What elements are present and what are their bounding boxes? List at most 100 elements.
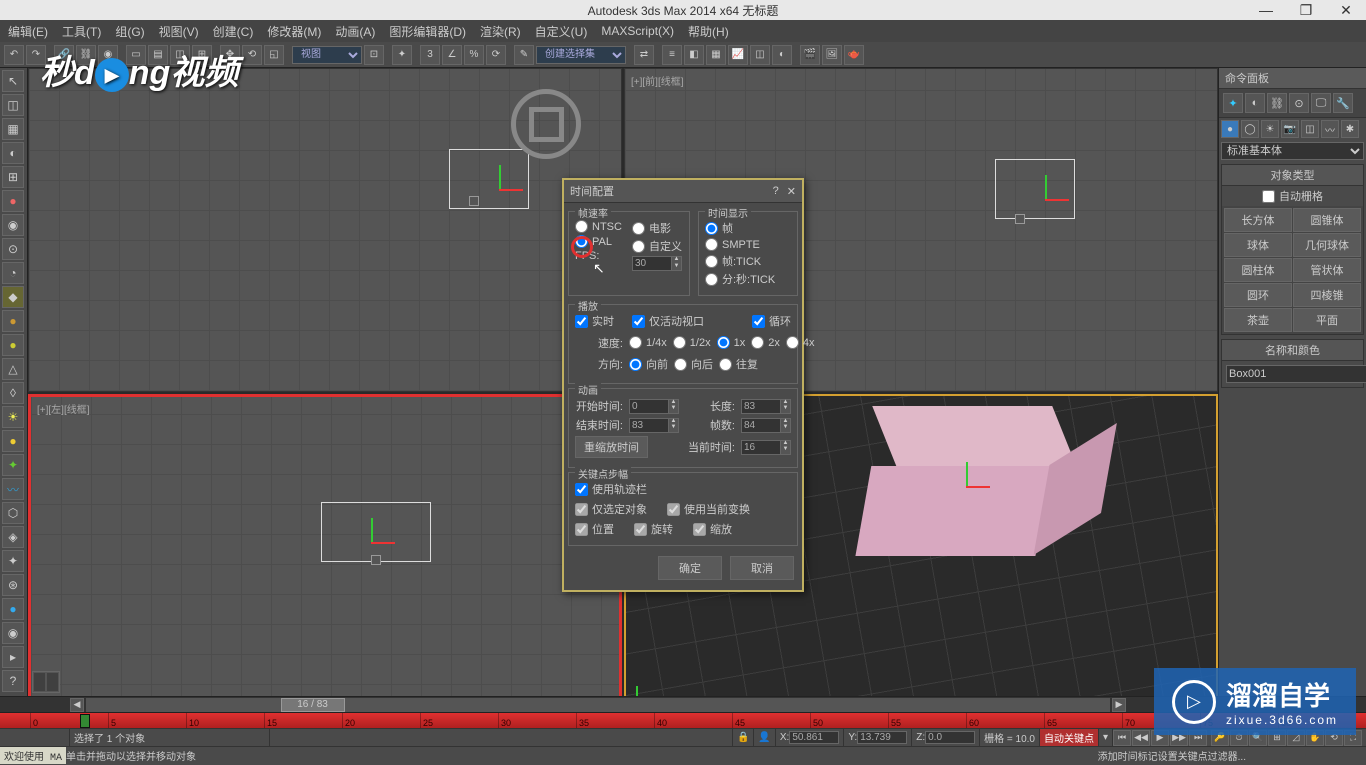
minimize-button[interactable]: — (1246, 0, 1286, 20)
y-coord-input[interactable] (857, 731, 907, 744)
rollout-header[interactable]: 对象类型 (1222, 165, 1363, 186)
rot-checkbox[interactable] (634, 523, 647, 536)
use-pivot-center-button[interactable]: ⊡ (364, 45, 384, 65)
undo-button[interactable]: ↶ (4, 45, 24, 65)
move-gizmo-icon[interactable] (936, 456, 996, 516)
menu-animation[interactable]: 动画(A) (335, 23, 375, 40)
tool-icon[interactable]: ⊛ (2, 574, 24, 596)
cylinder-button[interactable]: 圆柱体 (1224, 258, 1292, 282)
mirror-button[interactable]: ⇄ (634, 45, 654, 65)
hierarchy-tab-icon[interactable]: ⛓ (1267, 93, 1287, 113)
menu-create[interactable]: 创建(C) (213, 23, 254, 40)
realtime-checkbox[interactable] (575, 315, 588, 328)
menu-customize[interactable]: 自定义(U) (535, 23, 588, 40)
box-button[interactable]: 长方体 (1224, 208, 1292, 232)
curve-editor-button[interactable]: 📈 (728, 45, 748, 65)
speed-2x-radio[interactable] (751, 336, 764, 349)
tool-icon[interactable]: ◉ (2, 214, 24, 236)
fps-spinner[interactable]: ▲▼ (632, 256, 682, 271)
sel-only-checkbox[interactable] (575, 503, 588, 516)
prev-key-button[interactable]: ◀◀ (1132, 730, 1150, 746)
length-spinner[interactable]: ▲▼ (741, 399, 791, 414)
viewport-top[interactable] (28, 68, 622, 392)
display-tab-icon[interactable]: 🖵 (1311, 93, 1331, 113)
dialog-help-button[interactable]: ? (773, 185, 779, 198)
active-viewport-checkbox[interactable] (632, 315, 645, 328)
selection-filter[interactable]: ▾ (1099, 729, 1113, 746)
prev-frame-button[interactable]: ◀ (70, 698, 84, 712)
viewport-layout-widget[interactable] (32, 671, 60, 693)
select-rotate-button[interactable]: ⟲ (242, 45, 262, 65)
tool-icon[interactable]: ▸ (2, 646, 24, 668)
move-gizmo-icon[interactable] (469, 159, 529, 219)
x-coord-input[interactable] (789, 731, 839, 744)
frametick-radio[interactable] (705, 255, 718, 268)
cone-button[interactable]: 圆锥体 (1293, 208, 1361, 232)
maxscript-listener[interactable]: 欢迎使用 MA (0, 747, 66, 764)
dir-backward-radio[interactable] (674, 358, 687, 371)
spinner-snap-button[interactable]: ⟳ (486, 45, 506, 65)
named-selection-dropdown[interactable]: 创建选择集 (536, 46, 626, 64)
start-time-spinner[interactable]: ▲▼ (629, 399, 679, 414)
smpte-radio[interactable] (705, 238, 718, 251)
tool-icon[interactable]: ◉ (2, 622, 24, 644)
geosphere-button[interactable]: 几何球体 (1293, 233, 1361, 257)
shapes-category-icon[interactable]: ◯ (1241, 120, 1259, 138)
tool-icon[interactable]: ◈ (2, 526, 24, 548)
torus-button[interactable]: 圆环 (1224, 283, 1292, 307)
goto-start-button[interactable]: ⏮ (1113, 730, 1131, 746)
tool-icon[interactable]: ● (2, 310, 24, 332)
time-slider-thumb[interactable]: 16 / 83 (281, 698, 345, 712)
menu-help[interactable]: 帮助(H) (688, 23, 729, 40)
dialog-close-button[interactable]: ✕ (787, 185, 796, 198)
graphite-button[interactable]: ▦ (706, 45, 726, 65)
teapot-button[interactable]: 茶壶 (1224, 308, 1292, 332)
tool-icon[interactable]: ⊞ (2, 166, 24, 188)
render-button[interactable]: 🫖 (844, 45, 864, 65)
z-coord-input[interactable] (925, 731, 975, 744)
modify-tab-icon[interactable]: ◐ (1245, 93, 1265, 113)
scale-checkbox[interactable] (693, 523, 706, 536)
viewcube-icon[interactable] (511, 89, 581, 159)
tool-icon[interactable]: ◆ (2, 286, 24, 308)
spacewarps-category-icon[interactable]: 〰 (1321, 120, 1339, 138)
key-filters-button[interactable]: 过滤器... (1208, 748, 1246, 763)
tool-icon[interactable]: ● (2, 598, 24, 620)
slider-track[interactable]: 16 / 83 (86, 698, 1110, 712)
tool-icon[interactable]: ◐ (2, 142, 24, 164)
tool-icon[interactable]: ● (2, 190, 24, 212)
named-selection-edit-button[interactable]: ✎ (514, 45, 534, 65)
tool-icon[interactable]: ● (2, 334, 24, 356)
next-frame-button[interactable]: ▶ (1112, 698, 1126, 712)
geometry-category-icon[interactable]: ● (1221, 120, 1239, 138)
menu-edit[interactable]: 编辑(E) (8, 23, 48, 40)
menu-view[interactable]: 视图(V) (159, 23, 199, 40)
rendered-frame-button[interactable]: 🖼 (822, 45, 842, 65)
cameras-category-icon[interactable]: 📷 (1281, 120, 1299, 138)
close-button[interactable]: ✕ (1326, 0, 1366, 20)
material-editor-button[interactable]: ◐ (772, 45, 792, 65)
help-icon[interactable]: ? (2, 670, 24, 692)
menu-graph-editors[interactable]: 图形编辑器(D) (389, 23, 466, 40)
ok-button[interactable]: 确定 (658, 556, 722, 580)
speed-1x-radio[interactable] (717, 336, 730, 349)
render-setup-button[interactable]: 🎬 (800, 45, 820, 65)
tool-icon[interactable]: ✦ (2, 550, 24, 572)
film-radio[interactable] (632, 222, 645, 235)
dialog-titlebar[interactable]: 时间配置 ? ✕ (564, 180, 802, 203)
menu-group[interactable]: 组(G) (115, 23, 144, 40)
menu-tools[interactable]: 工具(T) (62, 23, 101, 40)
dir-forward-radio[interactable] (629, 358, 642, 371)
maximize-button[interactable]: ❐ (1286, 0, 1326, 20)
tool-icon[interactable]: ◊ (2, 382, 24, 404)
lock-icon[interactable]: 🔒 (733, 729, 754, 746)
frames-radio[interactable] (705, 222, 718, 235)
use-trackbar-checkbox[interactable] (575, 483, 588, 496)
auto-key-button[interactable]: 自动关键点 (1040, 729, 1099, 746)
percent-snap-button[interactable]: % (464, 45, 484, 65)
helpers-category-icon[interactable]: ◫ (1301, 120, 1319, 138)
utilities-tab-icon[interactable]: 🔧 (1333, 93, 1353, 113)
mmsstick-radio[interactable] (705, 273, 718, 286)
primitive-type-dropdown[interactable]: 标准基本体 (1221, 142, 1364, 160)
ntsc-radio[interactable] (575, 220, 588, 233)
